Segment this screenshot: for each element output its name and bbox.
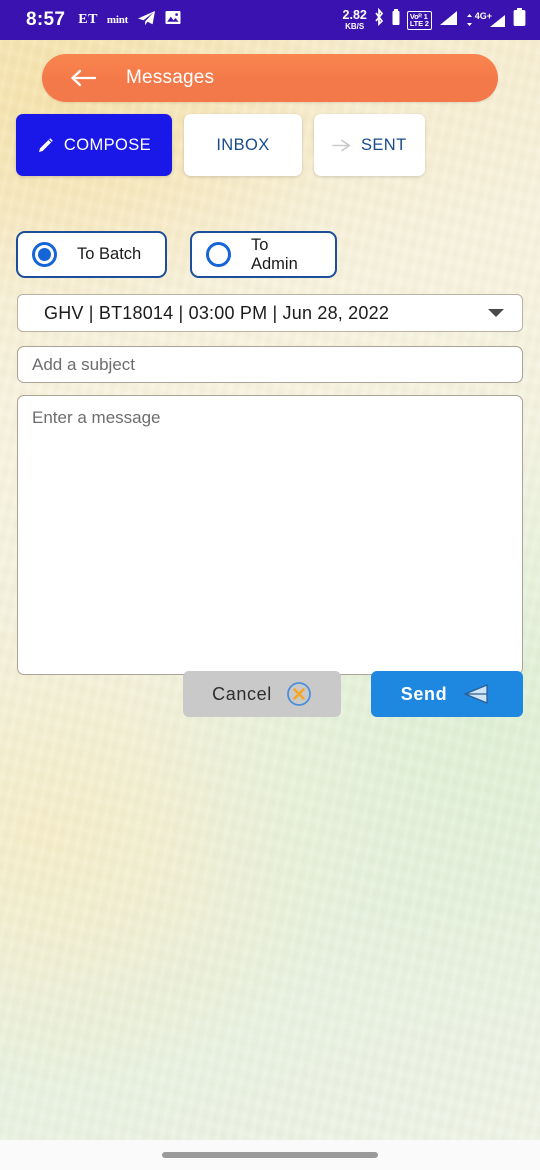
notification-icons: ET mint — [78, 10, 181, 31]
tab-compose[interactable]: COMPOSE — [16, 114, 172, 176]
batch-dropdown-value: GHV | BT18014 | 03:00 PM | Jun 28, 2022 — [44, 302, 390, 323]
tab-bar: COMPOSE INBOX SENT — [16, 114, 425, 176]
radio-option-to-batch-label: To Batch — [77, 245, 142, 263]
system-navigation-bar — [0, 1140, 540, 1170]
status-bar-clock: 8:57 — [26, 9, 66, 30]
telegram-notification-icon — [137, 10, 156, 31]
message-input[interactable] — [32, 406, 508, 664]
radio-option-to-batch[interactable]: To Batch — [16, 231, 167, 278]
subject-input[interactable] — [32, 354, 508, 375]
send-button[interactable]: Send — [371, 671, 523, 717]
chevron-down-icon — [488, 309, 504, 317]
message-field-wrapper — [17, 395, 523, 675]
compose-screen: Messages COMPOSE INBOX SENT To Batch To … — [0, 40, 540, 1140]
send-button-label: Send — [400, 683, 448, 704]
batch-dropdown[interactable]: GHV | BT18014 | 03:00 PM | Jun 28, 2022 — [17, 294, 523, 332]
bluetooth-icon — [374, 7, 385, 32]
tab-sent-label: SENT — [361, 135, 407, 154]
network-speed-value: 2.82 — [342, 8, 367, 23]
signal-bars-icon — [439, 10, 458, 31]
recipient-selector: To Batch To Admin — [16, 231, 337, 278]
app-header: Messages — [42, 54, 498, 102]
gallery-notification-icon — [165, 10, 181, 30]
mint-notification-icon: mint — [106, 14, 129, 26]
radio-button-to-batch-selected[interactable] — [32, 242, 57, 267]
send-arrow-icon — [332, 139, 351, 152]
tab-inbox-label: INBOX — [216, 135, 270, 154]
paper-plane-icon — [461, 682, 493, 706]
close-circle-icon — [286, 681, 312, 707]
battery-full-icon — [513, 8, 526, 32]
et-notification-icon: ET — [78, 12, 98, 27]
gesture-handle[interactable] — [162, 1152, 378, 1158]
back-arrow-icon[interactable] — [70, 68, 96, 88]
action-button-row: Cancel Send — [0, 671, 540, 717]
sim-battery-icon — [392, 9, 400, 31]
subject-field-wrapper — [17, 346, 523, 383]
cancel-button-label: Cancel — [212, 683, 272, 704]
radio-option-to-admin[interactable]: To Admin — [190, 231, 337, 278]
network-speed-indicator: 2.82 KB/S — [343, 9, 367, 31]
volte-icon: Voᴿ 1 LTE 2 — [406, 10, 432, 30]
network-speed-unit: KB/S — [345, 21, 365, 31]
radio-option-to-admin-label: To Admin — [251, 235, 298, 273]
tab-inbox[interactable]: INBOX — [184, 114, 302, 176]
network-type-icon: 4G+ — [465, 11, 506, 28]
cancel-button[interactable]: Cancel — [183, 671, 341, 717]
status-bar: 8:57 ET mint 2.82 KB/S Voᴿ 1 LTE 2 4G+ — [0, 0, 540, 40]
status-bar-indicators: 2.82 KB/S Voᴿ 1 LTE 2 4G+ — [343, 7, 526, 32]
page-title: Messages — [126, 67, 215, 88]
radio-dot — [38, 248, 51, 261]
volte-line-2: LTE 2 — [409, 19, 429, 28]
pencil-icon — [37, 137, 54, 154]
tab-compose-label: COMPOSE — [63, 135, 152, 154]
radio-button-to-admin-unselected[interactable] — [206, 242, 231, 267]
tab-sent[interactable]: SENT — [314, 114, 425, 176]
